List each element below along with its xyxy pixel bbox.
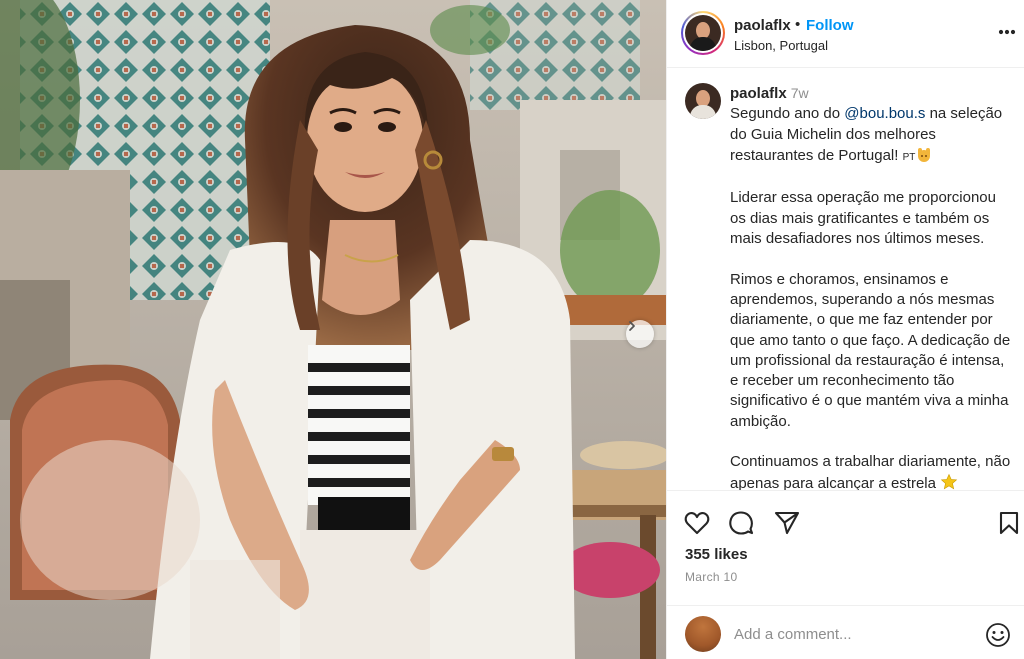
star-icon [940,473,958,489]
post-header: paolaflx • Follow Lisbon, Portugal [667,0,1024,68]
caption-paragraph: Rimos e choramos, ensinamos e aprendemos… [730,270,1015,430]
more-options-button[interactable] [997,24,1017,40]
send-paper-plane-icon [774,511,800,535]
share-button[interactable] [773,509,801,537]
post-image[interactable] [0,0,666,659]
mention-link[interactable]: @bou.bou.s [844,105,925,122]
caption-username[interactable]: paolaflx [730,85,787,102]
smiley-face-icon[interactable] [985,622,1011,648]
header-separator: • [795,16,801,33]
caption-avatar[interactable] [685,83,721,119]
chevron-right-icon [629,321,635,331]
comment-button[interactable] [727,509,755,537]
comment-bar [667,605,1024,659]
raising-hands-icon [918,147,931,162]
next-image-button[interactable] [626,320,654,348]
likes-count[interactable]: 355 likes [685,546,748,563]
heart-icon [684,512,710,535]
caption-paragraph: Liderar essa operação me proporcionou os… [730,189,1001,248]
post-photo-illustration [0,0,666,659]
comment-bubble-icon [729,511,754,535]
post-details-panel: paolaflx • Follow Lisbon, Portugal paola… [666,0,1024,659]
more-horizontal-icon [998,29,1016,35]
current-user-avatar [685,616,721,652]
post-actions: 355 likes March 10 [667,490,1024,605]
story-avatar[interactable] [681,11,725,55]
bookmark-icon [999,511,1019,535]
comment-input[interactable] [734,621,974,647]
save-button[interactable] [995,509,1023,537]
caption-line: Segundo ano do [730,105,845,123]
like-button[interactable] [683,509,711,537]
follow-button[interactable]: Follow [806,17,854,34]
caption-text: paolaflx 7w Segundo ano do @bou.bou.s na … [730,83,1015,490]
header-username[interactable]: paolaflx [734,17,791,34]
caption-timestamp[interactable]: 7w [791,85,809,101]
post-date[interactable]: March 10 [685,570,737,584]
flag-text: PT [902,151,916,163]
location-link[interactable]: Lisbon, Portugal [734,38,828,53]
avatar [685,15,721,51]
caption-section: paolaflx 7w Segundo ano do @bou.bou.s na … [667,68,1024,490]
caption-paragraph: Continuamos a trabalhar diariamente, não… [730,453,1015,490]
